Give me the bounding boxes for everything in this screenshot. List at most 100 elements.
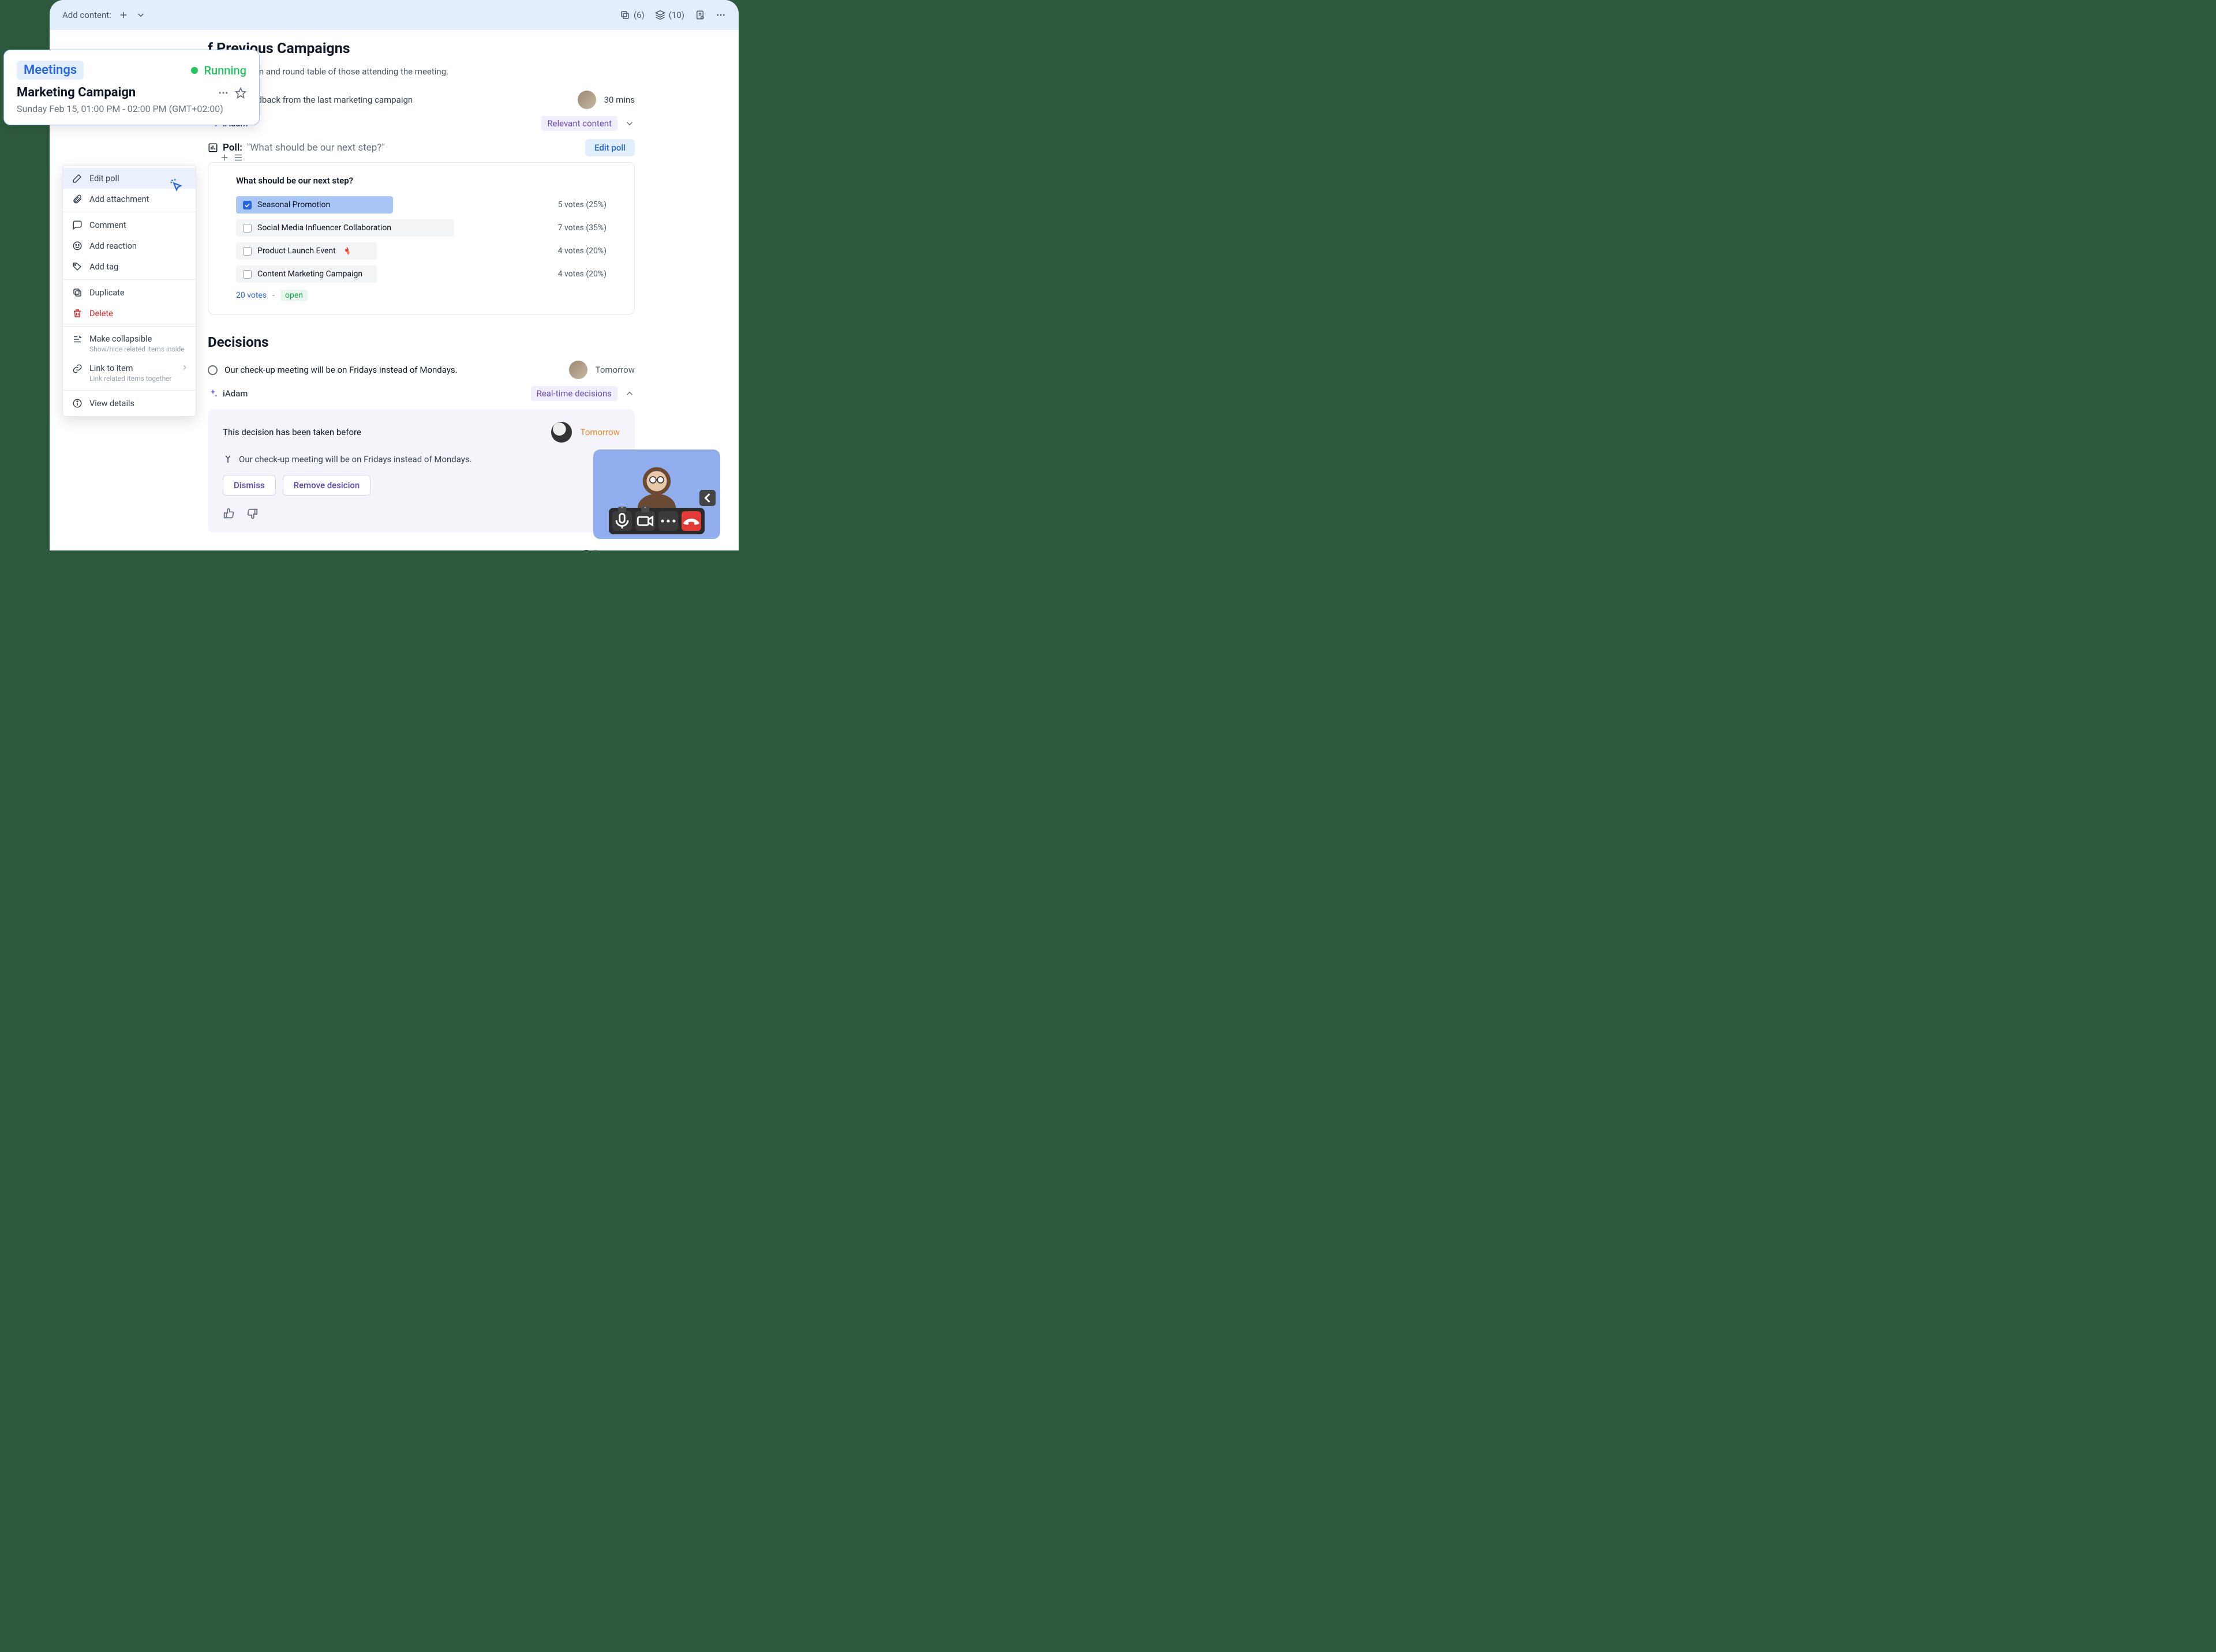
ctx-separator bbox=[63, 390, 196, 391]
plus-icon[interactable] bbox=[118, 10, 129, 20]
duplicate-icon bbox=[72, 287, 83, 298]
meeting-datetime: Sunday Feb 15, 01:00 PM - 02:00 PM (GMT+… bbox=[17, 103, 246, 114]
avatar bbox=[569, 361, 587, 379]
ctx-add-reaction[interactable]: Add reaction bbox=[63, 235, 196, 256]
chevron-down-icon[interactable] bbox=[136, 10, 146, 20]
chevron-down-icon[interactable] bbox=[624, 118, 635, 129]
edit-poll-button[interactable]: Edit poll bbox=[585, 139, 635, 156]
ctx-label: Comment bbox=[89, 220, 126, 230]
ctx-label: Make collapsible bbox=[89, 334, 152, 344]
poll-votes: 4 votes (20%) bbox=[558, 246, 607, 256]
chevron-up-icon[interactable] bbox=[624, 388, 635, 399]
topbar-count-1[interactable]: (6) bbox=[620, 10, 645, 20]
rt-taken-before: This decision has been taken before bbox=[223, 427, 361, 437]
ctx-add-tag[interactable]: Add tag bbox=[63, 256, 196, 277]
video-thumbnail[interactable]: ⌃ ⌃ bbox=[593, 449, 720, 539]
chevron-up-icon[interactable]: ⌃ bbox=[618, 507, 626, 512]
realtime-decisions-chip[interactable]: Real-time decisions bbox=[531, 386, 617, 401]
metrics-row: trics, and feedback from the last market… bbox=[208, 91, 635, 109]
ctx-make-collapsible[interactable]: Make collapsible Show/hide related items… bbox=[63, 329, 196, 358]
dash: - bbox=[272, 291, 275, 300]
checkbox-icon[interactable] bbox=[243, 201, 252, 209]
ctx-label: Add attachment bbox=[89, 194, 149, 204]
poll-quote: "What should be our next step?" bbox=[247, 142, 385, 153]
thumbs-up-icon[interactable] bbox=[223, 507, 235, 520]
ctx-label: Edit poll bbox=[89, 174, 119, 183]
poll-option[interactable]: Product Launch Event 4 votes (20%) bbox=[236, 242, 607, 260]
avatar-stack bbox=[585, 549, 603, 550]
flame-icon bbox=[342, 246, 352, 256]
ctx-separator bbox=[63, 326, 196, 327]
ctx-label: View details bbox=[89, 399, 134, 409]
poll-bar[interactable]: Product Launch Event bbox=[236, 242, 377, 260]
ctx-duplicate[interactable]: Duplicate bbox=[63, 282, 196, 303]
status-label: Running bbox=[204, 63, 246, 77]
mc-icons bbox=[218, 87, 246, 99]
more-icon[interactable] bbox=[716, 10, 726, 20]
poll-bar[interactable]: Content Marketing Campaign bbox=[236, 265, 377, 283]
realtime-card: This decision has been taken before Tomo… bbox=[208, 409, 635, 533]
thumbs-down-icon[interactable] bbox=[246, 507, 259, 520]
chevron-up-icon[interactable]: ⌃ bbox=[641, 507, 649, 512]
duration-label: 30 mins bbox=[604, 95, 635, 105]
cursor-click-icon bbox=[169, 178, 185, 196]
ctx-label: Add tag bbox=[89, 262, 118, 272]
checkbox-icon[interactable] bbox=[243, 270, 252, 279]
mic-button[interactable]: ⌃ bbox=[612, 511, 632, 531]
add-content-label: Add content: bbox=[62, 10, 111, 20]
poll-votes: 7 votes (35%) bbox=[558, 223, 607, 233]
page-title: f Previous Campaigns bbox=[208, 40, 635, 57]
layers-icon bbox=[655, 10, 665, 20]
meetings-badge[interactable]: Meetings bbox=[17, 61, 84, 80]
remove-decision-button[interactable]: Remove desicion bbox=[283, 475, 371, 496]
dismiss-button[interactable]: Dismiss bbox=[223, 475, 276, 496]
document-icon[interactable] bbox=[695, 10, 705, 20]
camera-button[interactable]: ⌃ bbox=[635, 511, 655, 531]
poll-option[interactable]: Seasonal Promotion5 votes (25%) bbox=[236, 196, 607, 213]
count2-label: (10) bbox=[669, 10, 684, 20]
comment-icon bbox=[72, 220, 83, 230]
status-dot-icon bbox=[191, 67, 198, 74]
ctx-sublabel: Link related items together bbox=[89, 374, 171, 383]
stack-icon bbox=[620, 10, 630, 20]
decision-row[interactable]: Our check-up meeting will be on Fridays … bbox=[208, 361, 635, 379]
topbar-count-2[interactable]: (10) bbox=[655, 10, 684, 20]
ctx-link-to-item[interactable]: Link to item Link related items together bbox=[63, 358, 196, 388]
poll-bar[interactable]: Seasonal Promotion bbox=[236, 196, 393, 213]
decision-row[interactable]: Assignment of responsibilities for the e… bbox=[208, 549, 635, 550]
more-button[interactable] bbox=[658, 511, 678, 531]
ctx-label: Add reaction bbox=[89, 241, 137, 251]
ctx-comment[interactable]: Comment bbox=[63, 215, 196, 235]
poll-footer: 20 votes - open bbox=[236, 290, 607, 301]
poll-option-label: Content Marketing Campaign bbox=[257, 269, 362, 279]
meeting-title: Marketing Campaign bbox=[17, 85, 136, 100]
ctx-delete[interactable]: Delete bbox=[63, 303, 196, 324]
ctx-label: Link to item bbox=[89, 364, 133, 373]
total-votes[interactable]: 20 votes bbox=[236, 291, 267, 300]
poll-option-label: Product Launch Event bbox=[257, 246, 336, 256]
iadam-label: iAdam bbox=[223, 388, 248, 399]
decisions-heading: Decisions bbox=[208, 334, 635, 350]
collapse-icon bbox=[72, 334, 83, 344]
poll-bar[interactable]: Social Media Influencer Collaboration bbox=[236, 219, 454, 237]
relevant-content-chip[interactable]: Relevant content bbox=[541, 116, 617, 131]
poll-option[interactable]: Social Media Influencer Collaboration 7 v… bbox=[236, 219, 607, 237]
hangup-button[interactable] bbox=[682, 511, 701, 531]
video-controls: ⌃ ⌃ bbox=[609, 508, 705, 534]
poll-option[interactable]: Content Marketing Campaign4 votes (20%) bbox=[236, 265, 607, 283]
meeting-status: Running bbox=[191, 63, 246, 77]
relevant-row: iAdam Relevant content bbox=[208, 116, 635, 131]
more-icon[interactable] bbox=[218, 87, 229, 99]
video-collapse-button[interactable] bbox=[699, 490, 716, 506]
radio-icon[interactable] bbox=[208, 365, 218, 375]
star-icon[interactable] bbox=[235, 87, 246, 99]
ctx-label: Duplicate bbox=[89, 288, 125, 298]
main-content: f Previous Campaigns ef introduction and… bbox=[208, 40, 635, 550]
topbar: Add content: (6) (10) bbox=[50, 0, 739, 30]
checkbox-icon[interactable] bbox=[243, 247, 252, 256]
poll-icon bbox=[208, 143, 218, 153]
checkbox-icon[interactable] bbox=[243, 224, 252, 233]
thumbs-row bbox=[223, 507, 620, 520]
iadam-badge: iAdam bbox=[208, 388, 248, 399]
ctx-view-details[interactable]: View details bbox=[63, 393, 196, 414]
